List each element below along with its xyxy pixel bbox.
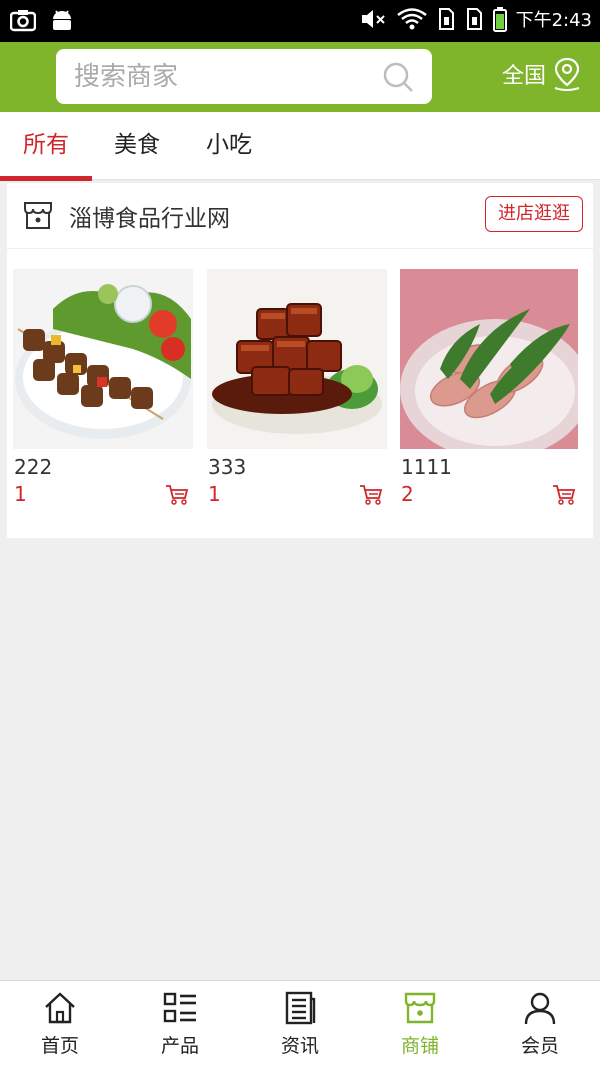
nav-label: 首页 (40, 1035, 79, 1057)
nav-label: 资讯 (280, 1035, 319, 1057)
cart-icon[interactable] (359, 484, 383, 506)
product-image-braised-pork[interactable] (207, 269, 387, 449)
news-icon (285, 991, 316, 1025)
product-item[interactable]: 333 1 (207, 269, 387, 519)
list-icon (163, 992, 196, 1023)
home-icon (45, 992, 75, 1024)
shop-card-header: 淄博食品行业网 进店逛逛 (7, 183, 593, 249)
store-icon (24, 202, 52, 229)
shop-name[interactable]: 淄博食品行业网 (69, 199, 230, 233)
product-price: 1 (14, 482, 27, 506)
bottom-nav: 首页 产品 资讯 商铺 会员 (0, 980, 600, 1067)
nav-label: 产品 (160, 1035, 199, 1057)
shop-card: 淄博食品行业网 进店逛逛 222 1 333 1 1111 2 (7, 183, 593, 538)
store-icon (404, 992, 436, 1024)
nav-label: 商铺 (400, 1035, 439, 1057)
product-name: 222 (14, 455, 53, 479)
search-icon[interactable] (382, 61, 414, 93)
nav-member[interactable]: 会员 (480, 981, 600, 1067)
wifi-icon (396, 8, 427, 30)
nav-news[interactable]: 资讯 (240, 981, 360, 1067)
mute-icon (361, 10, 385, 28)
app-header: 全国 (0, 42, 600, 112)
nav-products[interactable]: 产品 (120, 981, 240, 1067)
active-tab-indicator (0, 176, 92, 181)
tab-label: 美食 (114, 132, 160, 158)
tab-snacks[interactable]: 小吃 (182, 112, 276, 180)
location-icon (554, 57, 580, 91)
tab-label: 小吃 (206, 132, 252, 158)
region-label: 全国 (501, 64, 546, 89)
category-tabs: 所有 美食 小吃 (0, 112, 600, 181)
product-price: 1 (208, 482, 221, 506)
product-image-kebab[interactable] (13, 269, 193, 449)
tab-all[interactable]: 所有 (0, 112, 92, 181)
nav-home[interactable]: 首页 (0, 981, 120, 1067)
status-time: 下午2:43 (515, 10, 592, 31)
nav-stores[interactable]: 商铺 (360, 981, 480, 1067)
product-item[interactable]: 222 1 (13, 269, 193, 519)
cart-icon[interactable] (552, 484, 576, 506)
visit-shop-button[interactable]: 进店逛逛 (485, 196, 583, 232)
sim1-icon (438, 8, 454, 30)
cart-icon[interactable] (165, 484, 189, 506)
tab-food[interactable]: 美食 (92, 112, 182, 180)
region-selector[interactable]: 全国 (502, 57, 582, 91)
product-name: 1111 (401, 455, 452, 479)
product-price: 2 (401, 482, 414, 506)
search-input[interactable] (56, 49, 376, 104)
user-icon (524, 992, 556, 1025)
status-bar: 下午2:43 (0, 0, 600, 42)
product-image-ham-rolls[interactable] (400, 269, 578, 449)
nav-label: 会员 (520, 1035, 559, 1057)
product-name: 333 (208, 455, 247, 479)
battery-icon (492, 7, 507, 32)
product-item[interactable]: 1111 2 (400, 269, 580, 519)
sim2-icon (466, 8, 482, 30)
android-icon (53, 10, 71, 30)
screenshot-icon (10, 10, 36, 32)
tab-label: 所有 (23, 132, 69, 158)
product-list: 222 1 333 1 1111 2 (7, 269, 593, 529)
search-box[interactable] (56, 49, 432, 104)
